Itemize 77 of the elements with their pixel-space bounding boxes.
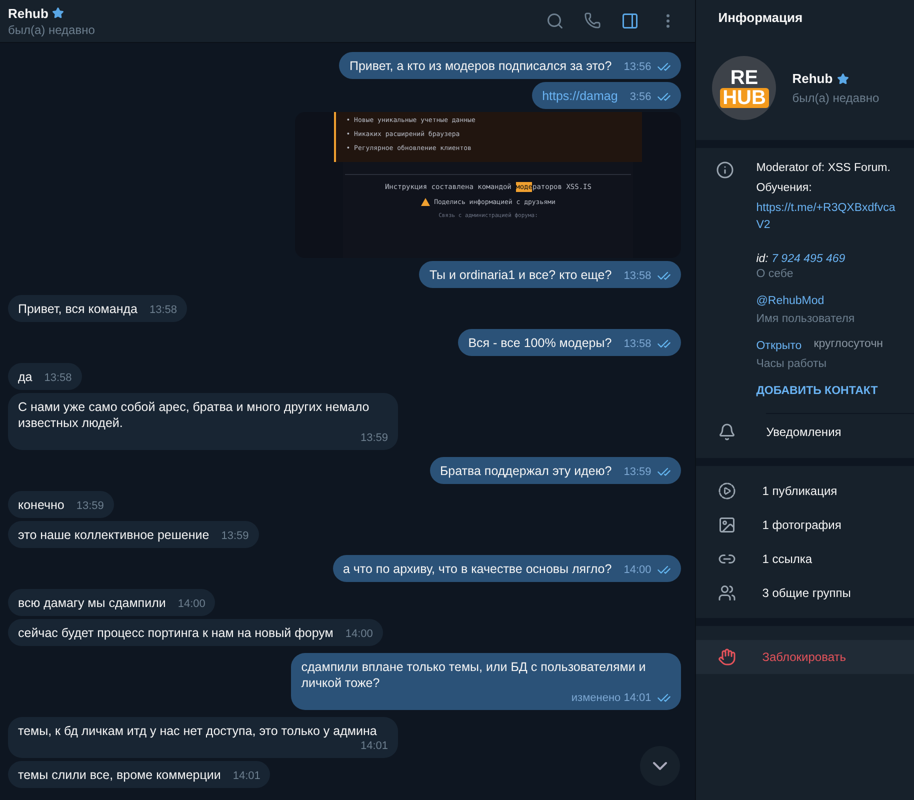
bio-caption: О себе [756, 268, 794, 280]
message-time: 14:01 [232, 769, 260, 783]
search-icon[interactable] [546, 12, 564, 30]
username-link[interactable]: @RehubMod [756, 293, 914, 310]
notifications-item[interactable]: Уведомления [766, 413, 914, 450]
media-item[interactable]: 1 фотография [696, 508, 914, 542]
contact-name: Rehub [8, 6, 546, 20]
message-text: всю дамагу мы сдампили [18, 595, 166, 611]
read-ticks-icon [657, 691, 672, 705]
message-text: темы, к бд личкам итд у нас нет доступа, это только у админа [18, 723, 378, 739]
message-time: 13:58 [150, 303, 178, 317]
hand-icon [718, 648, 736, 666]
media-item[interactable]: 3 общие группы [696, 576, 914, 610]
message-time: 13:56 [624, 60, 652, 74]
message-time: 3:56 [630, 90, 652, 104]
people-icon [718, 584, 736, 602]
message-text: Ты и ordinaria1 и все? кто еще? [429, 267, 612, 283]
message-link[interactable]: https://damag [542, 88, 618, 104]
bio-text: Обучения: [756, 181, 813, 196]
read-ticks-icon [657, 60, 672, 74]
hours-status: Открыто [756, 339, 802, 354]
message-text: Привет, а кто из модеров подписался за это? [349, 58, 612, 74]
message-time: 13:59 [624, 465, 652, 479]
read-ticks-icon [657, 269, 672, 283]
message-text: темы слили все, вроме коммерции [18, 767, 221, 783]
message-time: 13:58 [624, 269, 652, 283]
message-time: 14:00 [345, 627, 373, 641]
image-message[interactable] [295, 112, 682, 258]
star-icon [52, 7, 64, 19]
message-time: 13:59 [76, 499, 104, 513]
message-time: 13:59 [221, 529, 249, 543]
profile-name: Rehub [792, 71, 880, 86]
message-text: сдампили вплане только темы, или БД с пользователями и личкой тоже? [301, 659, 647, 691]
bio-link[interactable]: V2 [756, 217, 914, 234]
story-icon [718, 482, 736, 500]
add-contact-button[interactable]: ДОБАВИТЬ КОНТАКТ [756, 381, 878, 401]
message-time: изменено 14:01 [571, 691, 652, 705]
read-ticks-icon [657, 337, 672, 351]
message-text: а что по архиву, что в качестве основы лягло? [342, 561, 612, 577]
bell-icon [718, 423, 736, 441]
read-ticks-icon [657, 465, 672, 479]
message-text: конечно [18, 497, 64, 513]
hours-caption: Часы работы [756, 358, 828, 370]
bio-link[interactable]: https://t.me/+R3QXBxdfvca [756, 200, 914, 217]
contact-status: был(а) недавно [8, 22, 96, 36]
scroll-down-button[interactable] [640, 746, 680, 786]
star-icon [836, 72, 849, 84]
panel-title: Информация [717, 9, 804, 27]
message-time: 14:01 [360, 739, 388, 753]
username-caption: Имя пользователя [756, 313, 856, 325]
bio-text: Moderator of: XSS Forum. [756, 161, 892, 176]
sidebar-icon[interactable] [621, 12, 640, 30]
message-text: это наше коллективное решение [18, 527, 210, 543]
read-ticks-icon [657, 90, 672, 104]
message-time: 14:00 [178, 597, 206, 611]
message-text: да [18, 369, 32, 385]
hours-value: круглосуточн [814, 338, 884, 352]
media-item[interactable]: 1 публикация [696, 474, 914, 508]
message-time: 13:59 [360, 431, 388, 445]
message-time: 14:00 [624, 563, 652, 577]
id-text: id: 7 924 495 469 [756, 253, 846, 265]
block-item[interactable]: Заблокировать [696, 640, 914, 674]
message-time: 13:58 [44, 371, 72, 385]
read-ticks-icon [657, 563, 672, 577]
profile-status: был(а) недавно [792, 91, 880, 105]
message-text: С нами уже само собой арес, братва и много других немало известных людей. [18, 399, 370, 431]
message-text: Привет, вся команда [18, 301, 138, 317]
phone-icon[interactable] [584, 12, 602, 29]
message-time: 13:58 [624, 337, 652, 351]
warning-icon [421, 198, 430, 206]
media-item[interactable]: 1 ссылка [696, 542, 914, 576]
message-text: сейчас будет процесс портинга к нам на новый форум [18, 625, 334, 641]
photo-icon [718, 516, 736, 534]
info-icon [716, 160, 734, 180]
message-text: Братва поддержал эту идею? [440, 463, 612, 479]
message-text: Вся - все 100% модеры? [468, 335, 612, 351]
avatar: RE HUB [712, 56, 776, 120]
